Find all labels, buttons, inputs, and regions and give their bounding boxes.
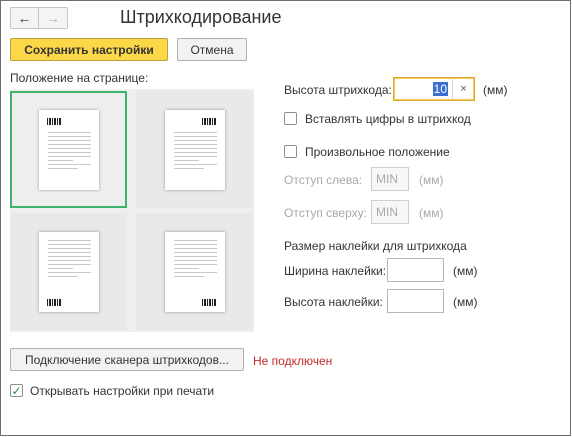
position-option-top-right[interactable] bbox=[136, 91, 253, 208]
insert-digits-checkbox[interactable] bbox=[284, 112, 297, 125]
barcode-icon bbox=[201, 117, 217, 125]
sticker-width-input[interactable] bbox=[387, 258, 444, 282]
page-thumbnail bbox=[38, 231, 99, 312]
page-thumbnail bbox=[38, 109, 99, 190]
barcode-height-unit: (мм) bbox=[483, 83, 508, 97]
barcode-icon bbox=[201, 298, 217, 306]
nav-buttons: ← → bbox=[10, 7, 68, 29]
position-option-bottom-right[interactable] bbox=[136, 213, 253, 330]
arrow-right-icon: → bbox=[46, 10, 60, 26]
sticker-width-label: Ширина наклейки: bbox=[284, 264, 387, 278]
offset-top-placeholder: MIN bbox=[376, 205, 398, 219]
offset-left-placeholder: MIN bbox=[376, 172, 398, 186]
sticker-height-input[interactable] bbox=[387, 289, 444, 313]
open-on-print-label[interactable]: Открывать настройки при печати bbox=[30, 384, 214, 398]
sticker-width-unit: (мм) bbox=[453, 264, 478, 278]
custom-position-label[interactable]: Произвольное положение bbox=[305, 145, 450, 159]
barcode-height-input[interactable]: 10 × bbox=[393, 77, 475, 101]
offset-top-label: Отступ сверху: bbox=[284, 206, 367, 220]
scanner-status: Не подключен bbox=[253, 354, 333, 368]
barcode-height-label: Высота штрихкода: bbox=[284, 83, 392, 97]
cancel-button[interactable]: Отмена bbox=[177, 38, 247, 61]
custom-position-checkbox[interactable] bbox=[284, 145, 297, 158]
barcode-icon bbox=[46, 298, 62, 306]
position-option-top-left[interactable] bbox=[10, 91, 127, 208]
arrow-left-icon: ← bbox=[17, 10, 32, 26]
checkmark-icon: ✓ bbox=[11, 383, 22, 398]
offset-left-label: Отступ слева: bbox=[284, 173, 363, 187]
sticker-size-heading: Размер наклейки для штрихкода bbox=[284, 239, 467, 253]
offset-left-input: MIN bbox=[371, 167, 409, 191]
barcode-height-value: 10 bbox=[432, 82, 448, 96]
connect-scanner-button[interactable]: Подключение сканера штрихкодов... bbox=[10, 348, 244, 371]
clear-icon[interactable]: × bbox=[452, 78, 474, 100]
position-label: Положение на странице: bbox=[10, 71, 149, 85]
offset-top-input: MIN bbox=[371, 200, 409, 224]
offset-left-unit: (мм) bbox=[419, 173, 444, 187]
page-thumbnail bbox=[164, 231, 225, 312]
insert-digits-label[interactable]: Вставлять цифры в штрихкод bbox=[305, 112, 471, 126]
forward-button[interactable]: → bbox=[39, 8, 67, 28]
barcode-icon bbox=[46, 117, 62, 125]
position-option-bottom-left[interactable] bbox=[10, 213, 127, 330]
position-picker bbox=[10, 89, 254, 332]
page-thumbnail bbox=[164, 109, 225, 190]
sticker-height-unit: (мм) bbox=[453, 295, 478, 309]
sticker-height-label: Высота наклейки: bbox=[284, 295, 383, 309]
save-settings-button[interactable]: Сохранить настройки bbox=[10, 38, 168, 61]
page-title: Штрихкодирование bbox=[120, 7, 282, 27]
barcode-settings-window: ← → Штрихкодирование Сохранить настройки… bbox=[0, 0, 571, 436]
offset-top-unit: (мм) bbox=[419, 206, 444, 220]
open-on-print-checkbox[interactable]: ✓ bbox=[10, 384, 23, 397]
back-button[interactable]: ← bbox=[11, 8, 39, 28]
